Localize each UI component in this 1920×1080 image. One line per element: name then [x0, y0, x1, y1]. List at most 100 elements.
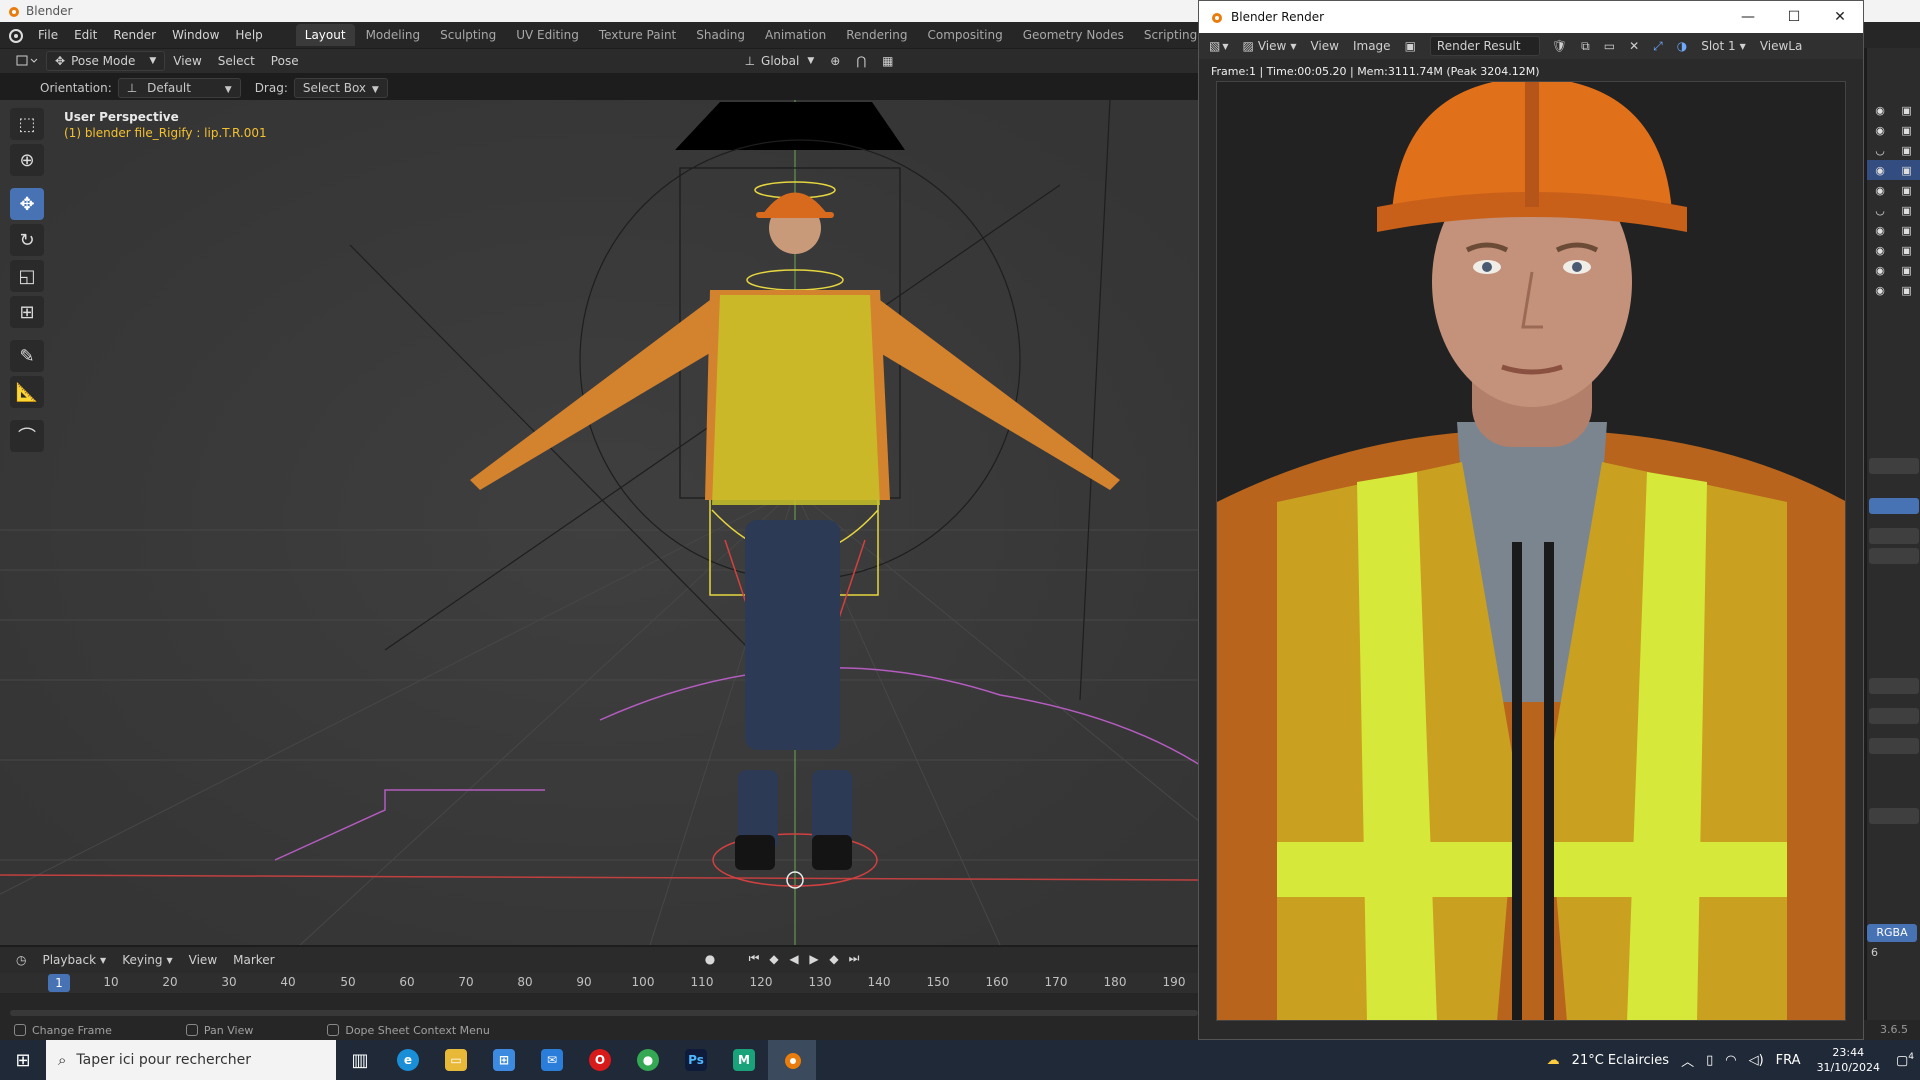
- menu-edit[interactable]: Edit: [66, 22, 105, 48]
- mixamo-button[interactable]: M: [720, 1040, 768, 1080]
- task-view-button[interactable]: ▥: [336, 1040, 384, 1080]
- image-editor-type-button[interactable]: ▧ ▼: [1209, 39, 1229, 53]
- menu-playback[interactable]: Playback ▼: [34, 950, 114, 970]
- menu-select[interactable]: Select: [210, 51, 263, 71]
- select-box-tool[interactable]: ⬚: [10, 108, 44, 140]
- unlink-image-icon[interactable]: ✕: [1629, 39, 1639, 53]
- outliner-row[interactable]: ◡ ▣: [1867, 200, 1920, 220]
- cursor-tool[interactable]: ⊕: [10, 144, 44, 176]
- image-browse-button[interactable]: ▣: [1405, 39, 1416, 53]
- transform-tool[interactable]: ⊞: [10, 296, 44, 328]
- camera-icon[interactable]: ▣: [1901, 204, 1911, 217]
- fake-user-icon[interactable]: 🛡: [1552, 39, 1567, 53]
- store-button[interactable]: ⊞: [480, 1040, 528, 1080]
- scale-tool[interactable]: ◱: [10, 260, 44, 292]
- camera-icon[interactable]: ▣: [1901, 224, 1911, 237]
- mode-dropdown[interactable]: ✥ Pose Mode ▼: [46, 51, 166, 71]
- eye-icon[interactable]: ◉: [1875, 124, 1885, 137]
- menu-help[interactable]: Help: [227, 22, 270, 48]
- minimize-icon[interactable]: —: [1725, 1, 1771, 33]
- eye-icon[interactable]: ◉: [1875, 284, 1885, 297]
- eye-icon[interactable]: ◉: [1875, 224, 1885, 237]
- eye-icon[interactable]: ◉: [1875, 244, 1885, 257]
- notification-icon[interactable]: ▢4: [1896, 1052, 1914, 1068]
- windows-start-button[interactable]: ⊞: [0, 1040, 46, 1080]
- mail-button[interactable]: ✉: [528, 1040, 576, 1080]
- chrome-button[interactable]: ●: [624, 1040, 672, 1080]
- outliner-row[interactable]: ◉ ▣: [1867, 240, 1920, 260]
- snap-settings-button[interactable]: ▦: [874, 51, 901, 71]
- render-menu-view[interactable]: View: [1310, 39, 1338, 53]
- render-menu-image[interactable]: Image: [1353, 39, 1391, 53]
- props-field[interactable]: [1869, 548, 1919, 564]
- timeline-menu-view[interactable]: View: [181, 950, 225, 970]
- transform-orientation-dropdown[interactable]: ⊥ Global ▼: [737, 51, 823, 71]
- menu-file[interactable]: File: [30, 22, 66, 48]
- open-image-icon[interactable]: ▭: [1604, 39, 1615, 53]
- measure-tool[interactable]: 📐: [10, 376, 44, 408]
- props-field[interactable]: [1869, 458, 1919, 474]
- menu-keying[interactable]: Keying ▼: [114, 950, 180, 970]
- image-name-field[interactable]: Render Result: [1429, 36, 1540, 56]
- drag-setting-dropdown[interactable]: Select Box ▼: [293, 78, 388, 98]
- network-icon[interactable]: ▯: [1706, 1053, 1713, 1068]
- opera-button[interactable]: O: [576, 1040, 624, 1080]
- tab-texture-paint[interactable]: Texture Paint: [590, 24, 685, 46]
- current-frame-indicator[interactable]: 1: [48, 974, 70, 992]
- volume-icon[interactable]: ◁): [1749, 1053, 1764, 1068]
- props-field[interactable]: [1869, 808, 1919, 824]
- tab-animation[interactable]: Animation: [756, 24, 835, 46]
- new-image-icon[interactable]: ⧉: [1581, 39, 1590, 54]
- timeline-scrollbar[interactable]: [10, 1010, 1198, 1016]
- annotate-tool[interactable]: ✎: [10, 340, 44, 372]
- maximize-icon[interactable]: ☐: [1771, 1, 1817, 33]
- record-icon[interactable]: ●: [700, 952, 720, 966]
- play-reverse-icon[interactable]: ◀: [784, 952, 804, 966]
- rotate-tool[interactable]: ↻: [10, 224, 44, 256]
- editor-type-button[interactable]: [8, 51, 46, 71]
- eye-closed-icon[interactable]: ◡: [1875, 144, 1885, 157]
- props-field[interactable]: [1869, 528, 1919, 544]
- tab-uv-editing[interactable]: UV Editing: [507, 24, 588, 46]
- menu-view[interactable]: View: [165, 51, 209, 71]
- pivot-point-button[interactable]: ⊕: [822, 51, 848, 71]
- tab-layout[interactable]: Layout: [295, 24, 355, 46]
- props-field[interactable]: [1869, 708, 1919, 724]
- menu-render[interactable]: Render: [105, 22, 164, 48]
- timeline-ruler[interactable]: 1 10 20 30 40 50 60 70 80 90 100 110 120…: [0, 973, 1200, 993]
- snap-button[interactable]: ⋂: [848, 51, 874, 71]
- next-keyframe-icon[interactable]: ◆: [824, 952, 844, 966]
- eye-closed-icon[interactable]: ◡: [1875, 204, 1885, 217]
- camera-icon[interactable]: ▣: [1901, 104, 1911, 117]
- tab-sculpting[interactable]: Sculpting: [431, 24, 505, 46]
- color-mode-rgba[interactable]: RGBA: [1867, 924, 1917, 942]
- timeline-editor-type-button[interactable]: ◷: [8, 950, 34, 970]
- orientation-setting-dropdown[interactable]: ⊥ Default ▼: [117, 78, 241, 98]
- prev-keyframe-icon[interactable]: ◆: [764, 952, 784, 966]
- tab-rendering[interactable]: Rendering: [837, 24, 916, 46]
- jump-end-icon[interactable]: ⏭: [844, 951, 864, 966]
- blender-taskbar-button[interactable]: [768, 1040, 816, 1080]
- props-field[interactable]: [1869, 738, 1919, 754]
- weather-text[interactable]: 21°C Eclaircies: [1572, 1053, 1669, 1068]
- tab-scripting[interactable]: Scripting: [1135, 24, 1206, 46]
- slot-dropdown[interactable]: Slot 1 ▼: [1701, 39, 1746, 53]
- relax-tool[interactable]: ⌒: [10, 420, 44, 452]
- props-field-active[interactable]: [1869, 498, 1919, 514]
- menu-window[interactable]: Window: [164, 22, 227, 48]
- eye-icon[interactable]: ◉: [1875, 264, 1885, 277]
- camera-icon[interactable]: ▣: [1901, 124, 1911, 137]
- taskbar-search[interactable]: ⌕ Taper ici pour rechercher: [46, 1040, 336, 1080]
- edge-button[interactable]: e: [384, 1040, 432, 1080]
- camera-icon[interactable]: ▣: [1901, 284, 1911, 297]
- outliner-row[interactable]: ◡ ▣: [1867, 140, 1920, 160]
- close-icon[interactable]: ✕: [1817, 1, 1863, 33]
- tab-compositing[interactable]: Compositing: [918, 24, 1011, 46]
- eye-icon[interactable]: ◉: [1875, 164, 1885, 177]
- overlay-toggle-icon[interactable]: ◑: [1677, 39, 1687, 53]
- camera-icon[interactable]: ▣: [1901, 264, 1911, 277]
- outliner-row[interactable]: ◉ ▣: [1867, 180, 1920, 200]
- tab-geometry-nodes[interactable]: Geometry Nodes: [1014, 24, 1133, 46]
- clock[interactable]: 23:44 31/10/2024: [1817, 1045, 1880, 1075]
- view-layer-dropdown[interactable]: ViewLa: [1760, 39, 1803, 53]
